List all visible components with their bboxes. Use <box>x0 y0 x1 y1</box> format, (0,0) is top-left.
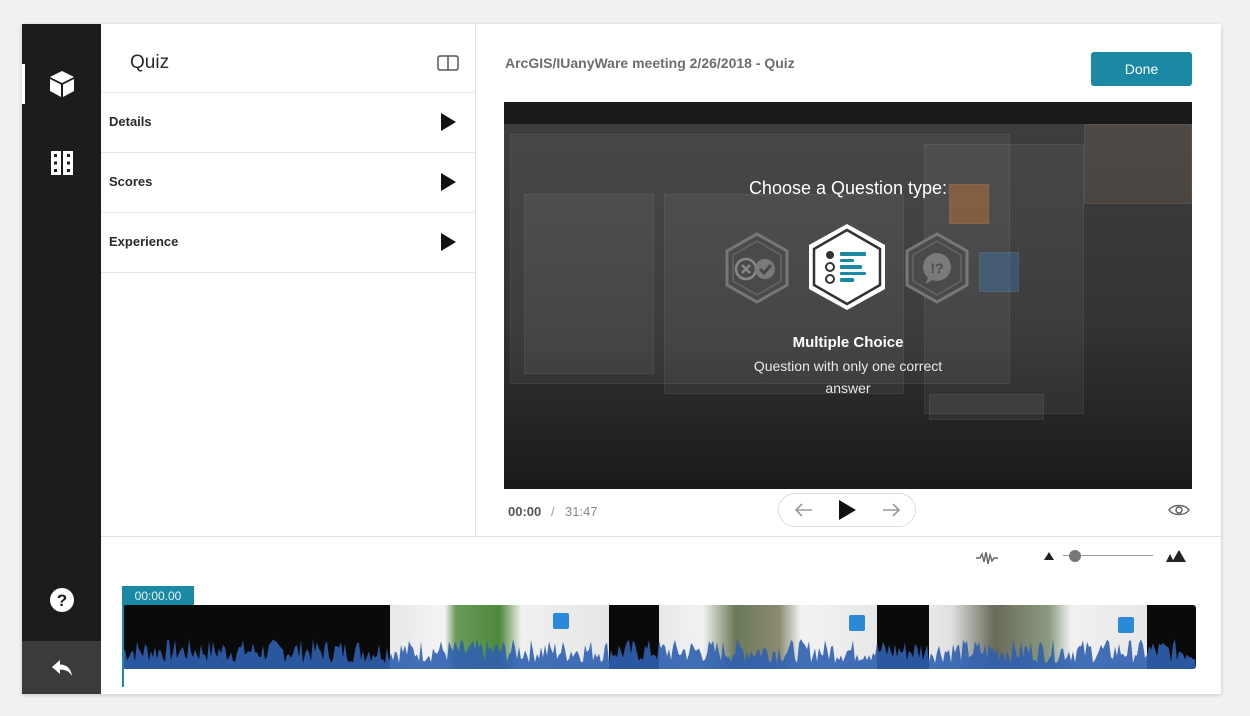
svg-text:!?: !? <box>930 260 943 276</box>
true-false-icon[interactable] <box>724 232 790 304</box>
thumbnail-badge <box>553 613 569 629</box>
video-player[interactable]: Choose a Question type: !? Multiple Choi… <box>504 102 1192 489</box>
play-icon[interactable] <box>838 500 856 520</box>
time-separator: / <box>551 504 555 519</box>
multiple-choice-icon[interactable] <box>806 222 888 312</box>
thumbnail-badge <box>849 615 865 631</box>
done-button[interactable]: Done <box>1091 52 1192 86</box>
current-time: 00:00 <box>508 504 542 519</box>
playback-controls <box>778 493 916 527</box>
sidebar-header: Quiz <box>101 24 475 93</box>
reflection-point-icon[interactable]: !? <box>904 232 970 304</box>
panel-toggle-icon[interactable] <box>437 55 459 71</box>
timeline-panel: 00:00.00 <box>101 536 1221 694</box>
svg-text:?: ? <box>56 591 66 610</box>
zoom-slider[interactable] <box>1063 549 1155 563</box>
question-type-name: Multiple Choice <box>792 334 904 351</box>
question-circle-icon: ? <box>49 588 74 612</box>
section-label: Details <box>109 114 152 129</box>
rail-item-chapters[interactable] <box>22 135 101 191</box>
section-details[interactable]: Details <box>101 93 475 153</box>
main-panel: ArcGIS/IUanyWare meeting 2/26/2018 - Qui… <box>477 24 1221 536</box>
rail-item-quiz[interactable] <box>22 56 101 112</box>
play-right-icon <box>441 113 456 131</box>
play-right-icon <box>441 233 456 251</box>
section-scores[interactable]: Scores <box>101 153 475 213</box>
quiz-editor-window: ? Quiz Details Scores Experience ArcGIS/… <box>22 24 1221 694</box>
audio-waveform <box>123 639 1196 669</box>
question-type-description: Question with only one correct answer <box>753 358 943 396</box>
arrow-left-icon[interactable] <box>795 503 813 517</box>
eye-icon[interactable] <box>1168 502 1190 518</box>
waveform-toggle-icon[interactable] <box>975 551 999 565</box>
playhead-time-label[interactable]: 00:00.00 <box>122 586 194 607</box>
thumbnail-badge <box>1118 617 1134 633</box>
sidebar-title: Quiz <box>130 52 170 73</box>
quiz-builder-icon <box>49 71 74 97</box>
timeline-track[interactable] <box>123 605 1196 669</box>
total-time: 31:47 <box>565 504 598 519</box>
play-right-icon <box>441 173 456 191</box>
video-desktop-menubar <box>504 102 1192 124</box>
arrow-right-icon[interactable] <box>882 503 900 517</box>
waveform-shape <box>123 639 1196 669</box>
back-button[interactable] <box>22 641 101 694</box>
question-type-heading: Choose a Question type: <box>748 178 948 198</box>
media-title: ArcGIS/IUanyWare meeting 2/26/2018 - Qui… <box>505 55 795 71</box>
zoom-in-icon[interactable] <box>1165 549 1187 563</box>
quiz-sidebar: Quiz Details Scores Experience <box>101 24 476 536</box>
zoom-out-icon[interactable] <box>1043 551 1055 561</box>
section-experience[interactable]: Experience <box>101 213 475 273</box>
help-button[interactable]: ? <box>22 572 101 628</box>
section-label: Scores <box>109 174 153 189</box>
zoom-slider-thumb[interactable] <box>1069 550 1081 562</box>
section-label: Experience <box>109 234 179 249</box>
reply-icon <box>51 659 72 676</box>
left-rail: ? <box>22 24 101 694</box>
playhead-line[interactable] <box>122 605 124 687</box>
film-strip-icon <box>50 151 73 175</box>
